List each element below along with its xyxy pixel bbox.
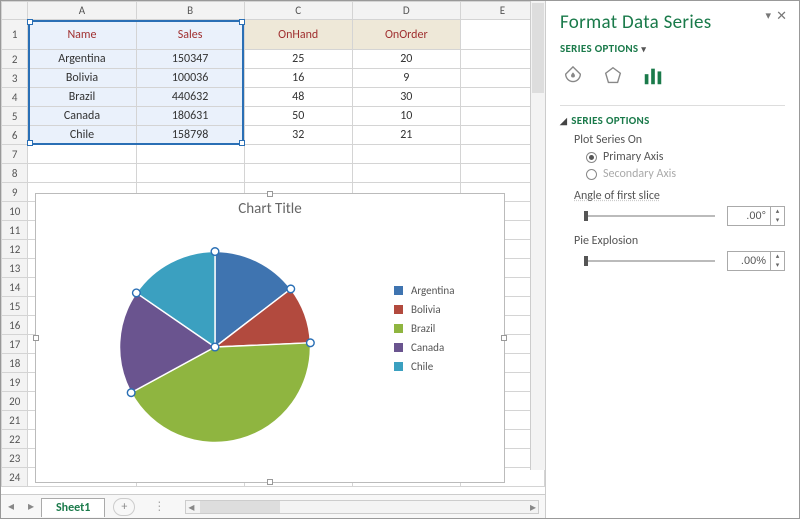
row-header-10[interactable]: 10 <box>2 202 28 221</box>
cell-C5[interactable]: 50 <box>244 107 352 126</box>
fill-outline-icon[interactable] <box>562 65 584 91</box>
pie-chart[interactable] <box>110 242 320 452</box>
row-header-17[interactable]: 17 <box>2 335 28 354</box>
row-header-4[interactable]: 4 <box>2 88 28 107</box>
embedded-chart[interactable]: Chart Title Argentina Bolivia Brazil Canada… <box>35 193 505 483</box>
cell-B2[interactable]: 150347 <box>136 50 244 69</box>
cell-B7[interactable] <box>136 145 244 164</box>
spinner-down-icon[interactable]: ▾ <box>771 261 784 270</box>
cell-A5[interactable]: Canada <box>28 107 136 126</box>
cell-D8[interactable] <box>352 164 460 183</box>
cell-C2[interactable]: 25 <box>244 50 352 69</box>
cell-B6[interactable]: 158798 <box>136 126 244 145</box>
legend-item-canada[interactable]: Canada <box>394 341 504 354</box>
horizontal-scrollbar[interactable]: ◂ ▸ <box>185 500 539 514</box>
row-header-5[interactable]: 5 <box>2 107 28 126</box>
cell-A8[interactable] <box>28 164 136 183</box>
cell-A3[interactable]: Bolivia <box>28 69 136 88</box>
tab-divider: ⋮ <box>153 499 165 514</box>
col-header-B[interactable]: B <box>136 2 244 20</box>
cell-C1[interactable]: OnHand <box>244 20 352 50</box>
row-header-18[interactable]: 18 <box>2 354 28 373</box>
angle-input[interactable]: ▴▾ <box>727 206 785 226</box>
row-header-14[interactable]: 14 <box>2 278 28 297</box>
chart-legend[interactable]: Argentina Bolivia Brazil Canada Chile <box>394 218 504 476</box>
row-header-2[interactable]: 2 <box>2 50 28 69</box>
explosion-slider[interactable] <box>584 260 715 262</box>
series-options-title-dropdown[interactable]: SERIES OPTIONS▾ <box>560 42 785 55</box>
tab-nav-arrows[interactable]: ◂▸ <box>1 499 41 514</box>
cell-B5[interactable]: 180631 <box>136 107 244 126</box>
row-header-1[interactable]: 1 <box>2 20 28 50</box>
vertical-scrollbar[interactable] <box>530 1 545 470</box>
cell-A2[interactable]: Argentina <box>28 50 136 69</box>
explosion-input[interactable]: ▴▾ <box>727 251 785 271</box>
legend-item-bolivia[interactable]: Bolivia <box>394 303 504 316</box>
chart-title[interactable]: Chart Title <box>36 194 504 218</box>
row-header-23[interactable]: 23 <box>2 449 28 468</box>
cell-C6[interactable]: 32 <box>244 126 352 145</box>
pie-explosion-label: Pie Explosion <box>574 234 785 248</box>
legend-item-brazil[interactable]: Brazil <box>394 322 504 335</box>
plot-series-on-label: Plot Series On <box>574 133 785 147</box>
col-header-C[interactable]: C <box>244 2 352 20</box>
row-header-15[interactable]: 15 <box>2 297 28 316</box>
row-header-8[interactable]: 8 <box>2 164 28 183</box>
cell-B3[interactable]: 100036 <box>136 69 244 88</box>
row-header-13[interactable]: 13 <box>2 259 28 278</box>
cell-D7[interactable] <box>352 145 460 164</box>
sheet-tab-active[interactable]: Sheet1 <box>41 498 105 517</box>
cell-D4[interactable]: 30 <box>352 88 460 107</box>
row-header-24[interactable]: 24 <box>2 468 28 487</box>
cell-A7[interactable] <box>28 145 136 164</box>
spreadsheet-grid[interactable]: ABCDE1NameSalesOnHandOnOrder2Argentina15… <box>1 1 545 494</box>
row-header-11[interactable]: 11 <box>2 221 28 240</box>
row-header-6[interactable]: 6 <box>2 126 28 145</box>
pane-title: Format Data Series <box>560 11 785 34</box>
format-data-series-pane: ▾ ✕ Format Data Series SERIES OPTIONS▾ ◢… <box>546 1 799 518</box>
row-header-22[interactable]: 22 <box>2 430 28 449</box>
series-options-section[interactable]: ◢SERIES OPTIONS <box>560 114 785 127</box>
row-header-21[interactable]: 21 <box>2 411 28 430</box>
cell-B8[interactable] <box>136 164 244 183</box>
cell-B4[interactable]: 440632 <box>136 88 244 107</box>
cell-C8[interactable] <box>244 164 352 183</box>
angle-slider[interactable] <box>584 215 715 217</box>
cell-C3[interactable]: 16 <box>244 69 352 88</box>
cell-D3[interactable]: 9 <box>352 69 460 88</box>
row-header-12[interactable]: 12 <box>2 240 28 259</box>
cell-A1[interactable]: Name <box>28 20 136 50</box>
cell-B1[interactable]: Sales <box>136 20 244 50</box>
spinner-down-icon[interactable]: ▾ <box>771 216 784 225</box>
sheet-tab-bar: ◂▸ Sheet1 + ⋮ ◂ ▸ <box>1 494 545 518</box>
legend-item-chile[interactable]: Chile <box>394 360 504 373</box>
radio-primary-axis[interactable]: Primary Axis <box>586 150 785 164</box>
angle-first-slice-label: Angle of first slice <box>574 189 785 203</box>
pane-close-icon[interactable]: ✕ <box>776 9 787 24</box>
cell-D1[interactable]: OnOrder <box>352 20 460 50</box>
pane-pin-icon[interactable]: ▾ <box>765 9 771 22</box>
row-header-7[interactable]: 7 <box>2 145 28 164</box>
cell-D6[interactable]: 21 <box>352 126 460 145</box>
row-header-3[interactable]: 3 <box>2 69 28 88</box>
cell-D5[interactable]: 10 <box>352 107 460 126</box>
effects-icon[interactable] <box>602 65 624 91</box>
row-header-20[interactable]: 20 <box>2 392 28 411</box>
radio-secondary-axis[interactable]: Secondary Axis <box>586 167 785 181</box>
new-sheet-button[interactable]: + <box>113 498 135 516</box>
series-options-icon[interactable] <box>642 65 664 91</box>
row-header-19[interactable]: 19 <box>2 373 28 392</box>
row-header-9[interactable]: 9 <box>2 183 28 202</box>
cell-C4[interactable]: 48 <box>244 88 352 107</box>
cell-A4[interactable]: Brazil <box>28 88 136 107</box>
col-header-D[interactable]: D <box>352 2 460 20</box>
cell-D2[interactable]: 20 <box>352 50 460 69</box>
col-header-A[interactable]: A <box>28 2 136 20</box>
cell-A6[interactable]: Chile <box>28 126 136 145</box>
row-header-16[interactable]: 16 <box>2 316 28 335</box>
cell-C7[interactable] <box>244 145 352 164</box>
legend-item-argentina[interactable]: Argentina <box>394 284 504 297</box>
